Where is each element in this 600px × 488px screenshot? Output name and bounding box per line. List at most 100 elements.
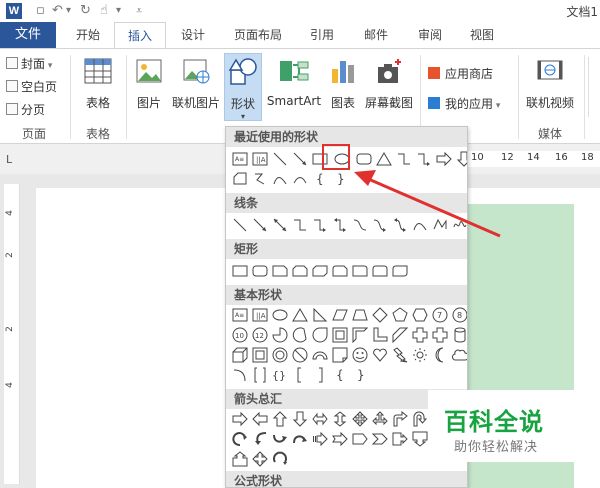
pentagon-shape-icon[interactable] — [392, 307, 408, 323]
page-break-button[interactable]: 分页 — [6, 101, 45, 119]
right-triangle-shape-icon[interactable] — [312, 307, 328, 323]
teardrop-shape-icon[interactable] — [312, 327, 328, 343]
word-app-icon[interactable]: W — [6, 3, 22, 19]
plaque-shape-icon[interactable] — [432, 327, 448, 343]
undo-dropdown-icon[interactable]: ▾ — [66, 2, 71, 20]
circular-arrow-shape-icon[interactable] — [232, 431, 248, 447]
vertical-textbox-shape-icon[interactable]: ||A — [252, 307, 268, 323]
double-arrow-line-shape-icon[interactable] — [272, 217, 288, 233]
curve-shape-icon[interactable] — [272, 171, 288, 187]
left-right-up-arrow-shape-icon[interactable] — [372, 411, 388, 427]
online-video-button[interactable]: 联机视频 — [524, 55, 576, 111]
double-bracket-shape-icon[interactable] — [252, 367, 268, 383]
vertical-ruler[interactable]: 4 2 2 4 — [4, 184, 20, 484]
snip-round-rect-shape-icon[interactable] — [332, 263, 348, 279]
chevron-shape-icon[interactable] — [371, 431, 388, 447]
cloud-shape-icon[interactable] — [451, 347, 467, 363]
textbox-shape-icon[interactable]: A≡ — [232, 151, 248, 167]
online-pictures-button[interactable]: 联机图片 — [170, 55, 222, 111]
shapes-button[interactable]: 形状 ▾ — [224, 53, 262, 121]
freeform-shape-icon[interactable] — [252, 171, 268, 187]
tab-page-layout[interactable]: 页面布局 — [226, 22, 290, 48]
no-symbol-shape-icon[interactable] — [292, 347, 308, 363]
touch-mode-icon[interactable]: ☝ — [100, 2, 108, 20]
notched-right-arrow-shape-icon[interactable] — [332, 431, 348, 447]
elbow-arrow-shape-icon[interactable] — [416, 151, 432, 167]
picture-button[interactable]: 图片 — [132, 55, 166, 111]
curved-up-arrow-shape-icon[interactable] — [292, 431, 308, 447]
folded-corner-shape-icon[interactable] — [332, 347, 348, 363]
can-shape-icon[interactable] — [452, 327, 467, 343]
ribbon-overflow-icon[interactable] — [588, 57, 598, 117]
right-brace-shape-icon[interactable]: } — [352, 367, 368, 383]
down-arrow-callout-shape-icon[interactable] — [412, 431, 428, 447]
arc-shape-icon[interactable] — [292, 171, 308, 187]
undo-icon[interactable]: ↶ — [52, 2, 63, 20]
save-icon[interactable]: ▫ — [36, 2, 45, 20]
rectangle-shape-icon[interactable] — [232, 263, 248, 279]
tab-home[interactable]: 开始 — [66, 22, 110, 48]
line-shape-icon[interactable] — [232, 217, 248, 233]
line-shape-icon[interactable] — [272, 151, 288, 167]
touch-dropdown-icon[interactable]: ▾ — [116, 2, 121, 20]
pie-shape-icon[interactable] — [272, 327, 288, 343]
frame-shape-icon[interactable] — [332, 327, 348, 343]
round-diagonal-rect-shape-icon[interactable] — [392, 263, 408, 279]
cover-page-button[interactable]: 封面 ▾ — [6, 55, 52, 73]
chart-button[interactable]: 图表 — [326, 55, 360, 111]
dodecagon-shape-icon[interactable]: 12 — [252, 327, 268, 343]
tab-mailings[interactable]: 邮件 — [354, 22, 398, 48]
quad-arrow-callout-shape-icon[interactable] — [252, 451, 268, 467]
octagon-shape-icon[interactable]: 8 — [452, 307, 467, 323]
left-arrow-shape-icon[interactable] — [252, 411, 268, 427]
blank-page-button[interactable]: 空白页 — [6, 78, 57, 96]
tab-review[interactable]: 审阅 — [408, 22, 452, 48]
arrow-line-shape-icon[interactable] — [292, 151, 308, 167]
textbox-shape-icon[interactable]: A≡ — [232, 307, 248, 323]
curved-double-arrow-shape-icon[interactable] — [392, 217, 408, 233]
circular-arrow-shape-icon[interactable] — [272, 451, 288, 467]
down-arrow-shape-icon[interactable] — [292, 411, 308, 427]
up-arrow-callout-shape-icon[interactable] — [232, 451, 248, 467]
freeform-shape-icon[interactable] — [432, 217, 448, 233]
left-right-arrow-shape-icon[interactable] — [312, 411, 328, 427]
tab-view[interactable]: 视图 — [460, 22, 504, 48]
round-single-corner-rect-shape-icon[interactable] — [352, 263, 368, 279]
tab-references[interactable]: 引用 — [300, 22, 344, 48]
store-button[interactable]: 应用商店 — [428, 65, 493, 83]
vertical-textbox-shape-icon[interactable]: ||A — [252, 151, 268, 167]
right-arrow-callout-shape-icon[interactable] — [392, 431, 408, 447]
lightning-bolt-shape-icon[interactable] — [392, 347, 408, 363]
decagon-shape-icon[interactable]: 10 — [232, 327, 248, 343]
tab-selector[interactable]: L — [6, 153, 18, 166]
curved-left-arrow-shape-icon[interactable] — [252, 431, 268, 447]
snip-corner-rect-shape-icon[interactable] — [272, 263, 288, 279]
snip-same-side-rect-shape-icon[interactable] — [292, 263, 308, 279]
heptagon-shape-icon[interactable]: 7 — [432, 307, 448, 323]
scribble-shape-icon[interactable] — [452, 217, 467, 233]
redo-icon[interactable]: ↻ — [80, 2, 91, 20]
chord-shape-icon[interactable] — [292, 327, 308, 343]
up-down-arrow-shape-icon[interactable] — [332, 411, 348, 427]
right-bracket-shape-icon[interactable] — [312, 367, 328, 383]
left-brace-shape-icon[interactable]: { — [312, 171, 328, 187]
heart-shape-icon[interactable] — [372, 347, 388, 363]
diagonal-stripe-shape-icon[interactable] — [392, 327, 409, 344]
tab-insert[interactable]: 插入 — [114, 22, 166, 49]
trapezoid-shape-icon[interactable] — [352, 307, 368, 323]
round-same-side-rect-shape-icon[interactable] — [372, 263, 388, 279]
sun-shape-icon[interactable] — [412, 347, 428, 363]
parallelogram-shape-icon[interactable] — [332, 307, 348, 323]
smiley-face-shape-icon[interactable] — [352, 347, 368, 363]
u-turn-arrow-shape-icon[interactable] — [412, 411, 428, 427]
right-brace-shape-icon[interactable]: } — [332, 171, 348, 187]
triangle-shape-icon[interactable] — [292, 307, 308, 323]
elbow-arrow-shape-icon[interactable] — [312, 217, 328, 233]
rounded-rect-shape-icon[interactable] — [252, 263, 268, 279]
smartart-button[interactable]: SmartArt — [266, 55, 322, 108]
quad-arrow-shape-icon[interactable] — [352, 411, 368, 427]
my-apps-button[interactable]: 我的应用 ▾ — [428, 95, 500, 113]
moon-shape-icon[interactable] — [432, 347, 448, 363]
double-brace-shape-icon[interactable]: {} — [272, 367, 288, 383]
arrow-line-shape-icon[interactable] — [252, 217, 268, 233]
